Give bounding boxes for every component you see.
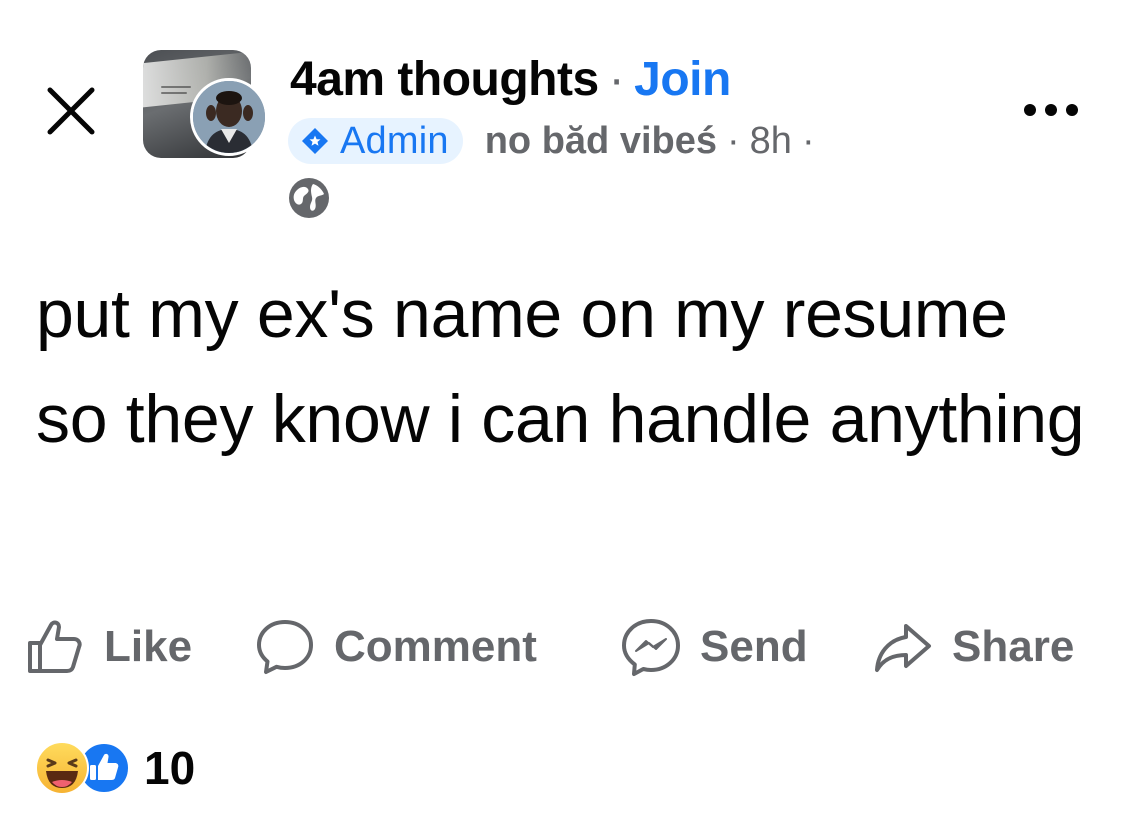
close-button[interactable] <box>38 78 104 144</box>
haha-emoji-icon <box>35 741 89 795</box>
comment-button[interactable]: Comment <box>254 612 537 682</box>
send-label: Send <box>700 622 808 671</box>
share-button[interactable]: Share <box>872 612 1074 682</box>
share-arrow-icon <box>875 624 931 672</box>
post-header-title: 4am thoughts · Join <box>290 50 731 110</box>
post-meta: Admin no băd vibeś · 8h · <box>288 118 825 164</box>
avatar[interactable] <box>190 78 268 156</box>
post-body-text: put my ex's name on my resume so they kn… <box>36 276 1085 457</box>
reaction-summary[interactable]: 10 <box>34 738 195 798</box>
messenger-icon <box>622 619 680 676</box>
meta-separator: · <box>801 119 815 162</box>
thumbs-up-icon <box>28 620 82 673</box>
post-timestamp[interactable]: 8h <box>750 120 792 163</box>
share-label: Share <box>952 622 1075 671</box>
reaction-count: 10 <box>144 742 196 794</box>
group-name-link[interactable]: 4am thoughts <box>290 53 599 106</box>
privacy-globe[interactable] <box>287 176 331 220</box>
send-button[interactable]: Send <box>620 612 808 682</box>
like-button[interactable]: Like <box>24 612 192 682</box>
more-options-button[interactable] <box>1018 90 1084 130</box>
author-name[interactable]: no băd vibeś <box>485 120 717 163</box>
comment-label: Comment <box>334 622 537 671</box>
admin-badge[interactable]: Admin <box>288 118 463 164</box>
meta-separator: · <box>727 119 740 162</box>
like-label: Like <box>104 622 193 671</box>
more-horizontal-icon <box>1024 104 1078 116</box>
comment-bubble-icon <box>257 620 313 674</box>
globe-icon <box>289 178 329 218</box>
title-separator: · <box>608 53 625 106</box>
post-action-bar: Like Comment Send Share <box>24 612 1114 682</box>
join-button[interactable]: Join <box>634 53 731 106</box>
close-icon <box>47 87 95 135</box>
avatar-photo <box>193 81 265 153</box>
admin-diamond-icon <box>302 128 328 154</box>
admin-label: Admin <box>340 119 449 162</box>
